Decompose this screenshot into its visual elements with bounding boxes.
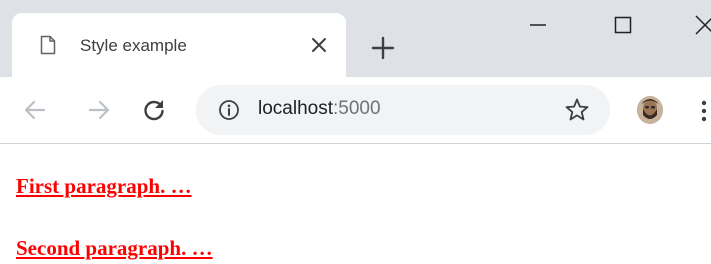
forward-arrow-icon[interactable] [86,97,112,123]
page-content: First paragraph. … Second paragraph. … [0,144,711,264]
profile-avatar[interactable] [637,96,663,124]
close-icon[interactable] [690,10,711,40]
browser-toolbar: localhost:5000 [0,77,711,144]
url-text[interactable]: localhost:5000 [258,98,381,120]
url-port: :5000 [333,98,381,119]
url-host: localhost [258,98,333,119]
more-menu-icon[interactable] [700,99,708,123]
document-icon [40,35,56,55]
back-arrow-icon[interactable] [22,97,48,123]
info-icon[interactable] [218,99,240,121]
minimize-icon[interactable] [523,10,553,40]
first-paragraph: First paragraph. … [16,174,192,198]
bookmark-star-icon[interactable] [564,97,590,123]
tab-strip: Style example [0,0,711,77]
new-tab-button[interactable] [370,35,396,61]
profile-photo-icon [637,96,663,124]
tab-title: Style example [80,36,187,55]
address-bar[interactable]: localhost:5000 [196,85,610,135]
second-paragraph: Second paragraph. … [16,236,213,260]
maximize-icon[interactable] [608,10,638,40]
reload-icon[interactable] [141,97,167,123]
close-tab-icon[interactable] [308,34,330,56]
tab-style-example[interactable]: Style example [12,13,346,77]
